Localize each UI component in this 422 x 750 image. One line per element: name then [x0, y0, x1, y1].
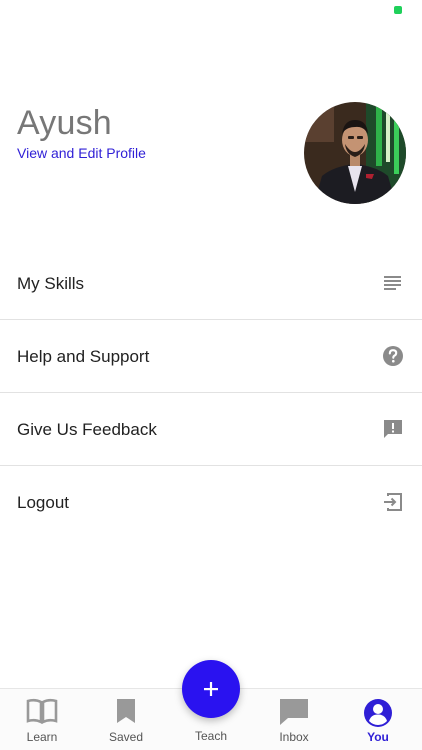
menu-item-label: Give Us Feedback	[17, 420, 157, 439]
profile-name: Ayush	[17, 104, 112, 142]
tab-label: Learn	[26, 730, 58, 744]
tab-label: Saved	[108, 730, 144, 744]
book-icon	[26, 698, 58, 724]
menu-item-help-and-support[interactable]: Help and Support	[0, 320, 422, 393]
tab-inbox[interactable]: Inbox	[252, 689, 336, 750]
profile-header: Ayush View and Edit Profile	[0, 96, 422, 216]
menu-item-label: Help and Support	[17, 347, 150, 366]
view-edit-profile-link[interactable]: View and Edit Profile	[17, 145, 146, 161]
user-icon	[364, 699, 392, 727]
avatar[interactable]	[304, 102, 406, 204]
chat-icon	[280, 699, 308, 725]
bookmark-icon	[117, 699, 135, 723]
menu-item-label: My Skills	[17, 274, 85, 293]
help-icon	[383, 346, 403, 366]
status-indicator	[394, 6, 402, 14]
teach-fab-button[interactable]	[182, 660, 240, 718]
tab-label: Inbox	[279, 730, 309, 744]
plus-icon	[204, 682, 218, 696]
menu-item-give-us-feedback[interactable]: Give Us Feedback	[0, 393, 422, 466]
menu-item-my-skills[interactable]: My Skills	[0, 247, 422, 320]
settings-menu: My Skills Help and Support Give Us Feedb…	[0, 247, 422, 539]
status-bar	[0, 0, 422, 24]
tab-learn[interactable]: Learn	[0, 689, 84, 750]
menu-item-logout[interactable]: Logout	[0, 466, 422, 539]
avatar-photo-icon	[304, 102, 406, 204]
feedback-icon	[384, 420, 402, 438]
tab-teach-label[interactable]: Teach	[171, 729, 251, 743]
logout-icon	[384, 493, 402, 511]
tab-label: You	[367, 730, 389, 744]
tab-saved[interactable]: Saved	[84, 689, 168, 750]
tab-you[interactable]: You	[336, 689, 420, 750]
list-icon	[384, 276, 401, 290]
menu-item-label: Logout	[17, 493, 69, 512]
